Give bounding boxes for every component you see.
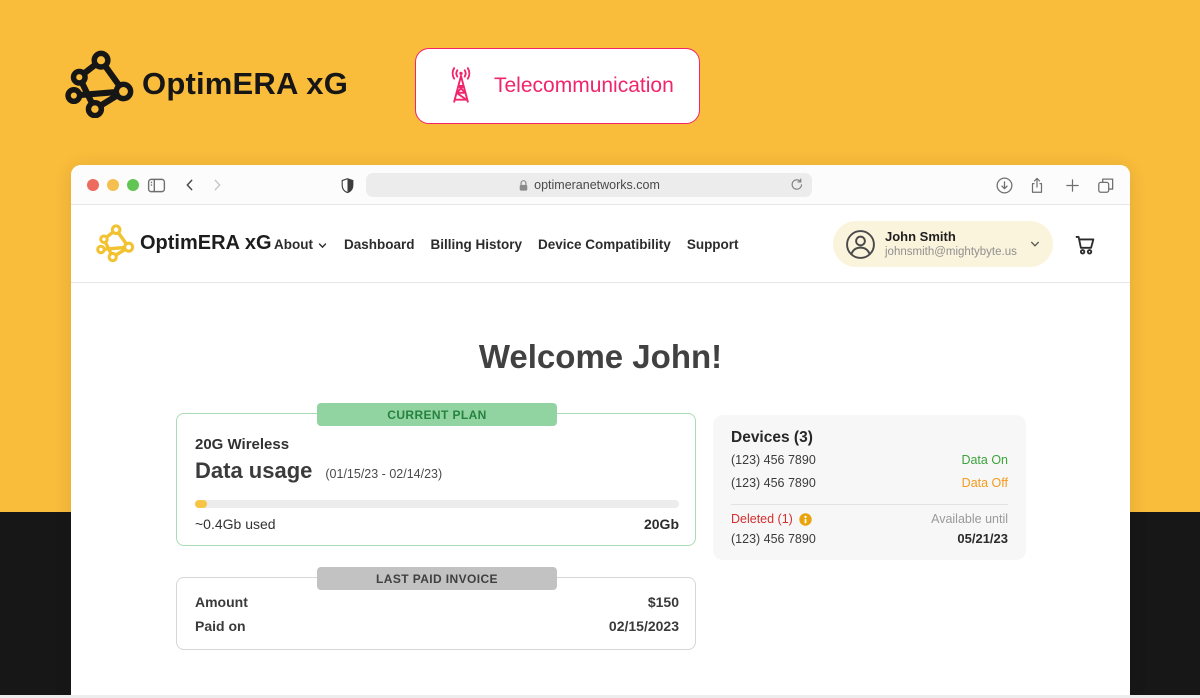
device-row: (123) 456 7890 Data Off	[731, 476, 1008, 490]
last-paid-invoice-card: LAST PAID INVOICE Amount $150 Paid on 02…	[176, 577, 696, 650]
devices-panel: Devices (3) (123) 456 7890 Data On (123)…	[713, 415, 1026, 560]
user-info: John Smith johnsmith@mightybyte.us	[885, 229, 1017, 260]
nav-item-support[interactable]: Support	[687, 237, 739, 252]
nav-item-label: About	[274, 237, 313, 252]
screenshot-stage: OptimERA xG Telecommunication	[0, 0, 1200, 698]
reload-icon[interactable]	[789, 177, 804, 192]
user-profile-menu[interactable]: John Smith johnsmith@mightybyte.us	[833, 221, 1053, 267]
current-plan-badge: CURRENT PLAN	[317, 403, 557, 426]
browser-toolbar: optimeranetworks.com	[71, 165, 1130, 205]
sidebar-toggle-icon[interactable]	[143, 165, 169, 205]
telecommunication-label: Telecommunication	[494, 74, 674, 98]
data-total-label: 20Gb	[644, 516, 679, 532]
nav-item-dashboard[interactable]: Dashboard	[344, 237, 415, 252]
available-until-label: Available until	[931, 512, 1008, 526]
device-row: (123) 456 7890 Data On	[731, 453, 1008, 467]
window-controls	[87, 179, 139, 191]
user-email: johnsmith@mightybyte.us	[885, 245, 1017, 259]
address-bar[interactable]: optimeranetworks.com	[366, 173, 812, 197]
telecommunication-badge: Telecommunication	[415, 48, 700, 124]
browser-window: optimeranetworks.com	[71, 165, 1130, 698]
decor-block-right	[1130, 512, 1200, 698]
info-icon[interactable]	[799, 513, 812, 526]
data-usage-title: Data usage	[195, 458, 312, 484]
lock-icon	[518, 179, 529, 192]
data-used-label: ~0.4Gb used	[195, 516, 276, 532]
data-usage-progress-bar	[195, 500, 679, 508]
data-usage-progress-fill	[195, 500, 207, 508]
new-tab-icon[interactable]	[1060, 165, 1084, 205]
shield-privacy-icon[interactable]	[335, 165, 359, 205]
invoice-value: $150	[648, 594, 679, 610]
url-text: optimeranetworks.com	[534, 178, 660, 192]
nav-item-about[interactable]: About	[274, 237, 328, 252]
device-number: (123) 456 7890	[731, 453, 816, 467]
share-icon[interactable]	[1025, 165, 1049, 205]
user-name: John Smith	[885, 229, 1017, 245]
device-number: (123) 456 7890	[731, 532, 816, 546]
site-navbar: OptimERA xG About Dashboard Billing Hist…	[71, 205, 1130, 283]
site-logo[interactable]: OptimERA xG	[95, 224, 272, 262]
hero-logo-text: OptimERA xG	[142, 66, 348, 102]
plan-name: 20G Wireless	[195, 436, 289, 453]
chevron-down-icon	[1029, 239, 1041, 249]
minimize-window-icon[interactable]	[107, 179, 119, 191]
invoice-row: Amount $150	[195, 594, 679, 610]
download-icon[interactable]	[992, 165, 1016, 205]
tab-overview-icon[interactable]	[1092, 165, 1118, 205]
deleted-device-row: (123) 456 7890 05/21/23	[731, 531, 1008, 546]
forward-icon[interactable]	[205, 165, 229, 205]
deleted-text: Deleted (1)	[731, 512, 793, 526]
hero-logo: OptimERA xG	[62, 50, 348, 118]
back-icon[interactable]	[178, 165, 202, 205]
device-status: Data Off	[962, 476, 1008, 490]
invoice-label: Paid on	[195, 618, 246, 634]
network-logo-icon	[62, 50, 136, 118]
last-paid-invoice-badge: LAST PAID INVOICE	[317, 567, 557, 590]
current-plan-card: CURRENT PLAN 20G Wireless Data usage (01…	[176, 413, 696, 546]
close-window-icon[interactable]	[87, 179, 99, 191]
device-status: Data On	[961, 453, 1008, 467]
site-logo-text: OptimERA xG	[140, 232, 272, 255]
decor-block-left	[0, 512, 71, 698]
cart-icon	[1071, 231, 1099, 257]
available-until-date: 05/21/23	[957, 531, 1008, 546]
data-usage-period: (01/15/23 - 02/14/23)	[325, 467, 442, 481]
radio-tower-icon	[440, 65, 482, 107]
avatar-icon	[845, 229, 876, 260]
data-usage-header: Data usage (01/15/23 - 02/14/23)	[195, 458, 442, 484]
invoice-value: 02/15/2023	[609, 618, 679, 634]
usage-labels: ~0.4Gb used 20Gb	[195, 516, 679, 532]
invoice-label: Amount	[195, 594, 248, 610]
invoice-row: Paid on 02/15/2023	[195, 618, 679, 634]
nav-item-device-compatibility[interactable]: Device Compatibility	[538, 237, 671, 252]
devices-title: Devices (3)	[731, 429, 813, 447]
divider	[731, 504, 1008, 505]
nav-item-billing-history[interactable]: Billing History	[431, 237, 523, 252]
cart-button[interactable]	[1071, 231, 1099, 257]
device-number: (123) 456 7890	[731, 476, 816, 490]
deleted-row: Deleted (1) Available until	[731, 512, 1008, 526]
network-logo-icon	[95, 224, 135, 262]
deleted-label: Deleted (1)	[731, 512, 812, 526]
nav-links: About Dashboard Billing History Device C…	[274, 205, 739, 283]
chevron-down-icon	[317, 241, 328, 250]
zoom-window-icon[interactable]	[127, 179, 139, 191]
page-title: Welcome John!	[71, 338, 1130, 376]
